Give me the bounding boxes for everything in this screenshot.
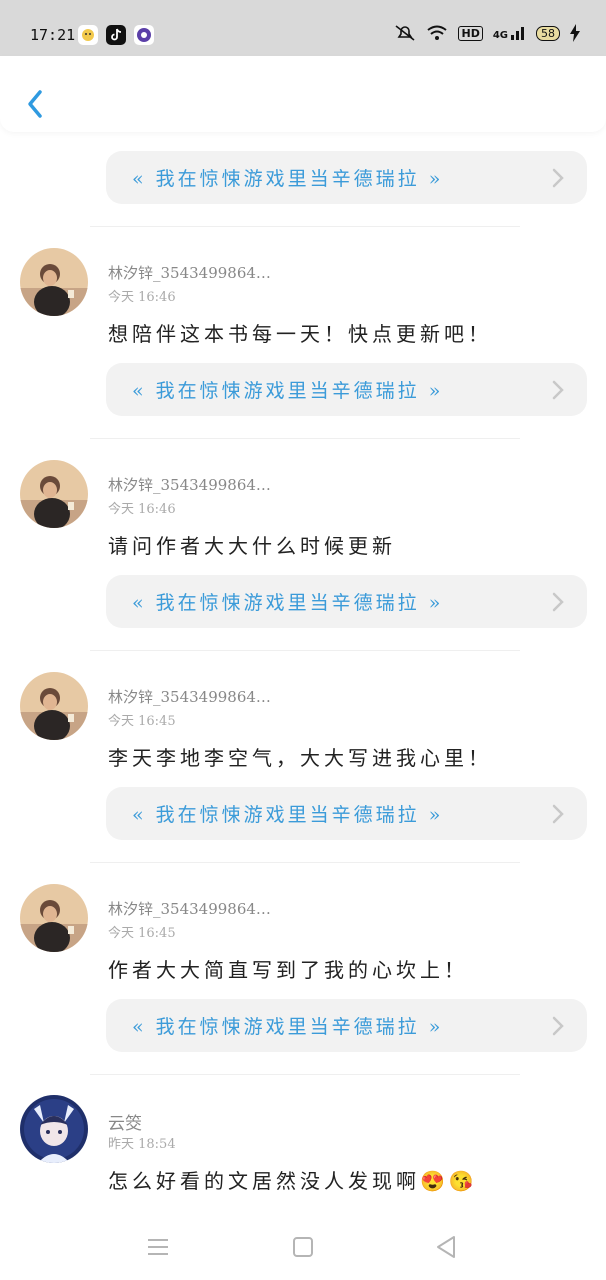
book-link-title: « 我在惊悚游戏里当辛德瑞拉 » <box>132 1016 444 1038</box>
timestamp: 昨天 18:54 <box>108 1137 176 1152</box>
book-link-title: « 我在惊悚游戏里当辛德瑞拉 » <box>132 168 444 190</box>
chevron-right-icon <box>552 168 564 188</box>
divider <box>90 226 520 227</box>
chevron-right-icon <box>552 804 564 824</box>
book-link-title: « 我在惊悚游戏里当辛德瑞拉 » <box>132 380 444 402</box>
divider <box>90 650 520 651</box>
book-link[interactable]: « 我在惊悚游戏里当辛德瑞拉 » <box>106 999 587 1052</box>
signal-label: 4G <box>492 30 508 41</box>
avatar[interactable] <box>20 1095 88 1163</box>
hd-badge: HD <box>458 25 483 41</box>
chevron-right-icon <box>552 380 564 400</box>
book-link-title: « 我在惊悚游戏里当辛德瑞拉 » <box>132 804 444 826</box>
tiktok-icon <box>106 25 126 45</box>
username[interactable]: 云筊 <box>108 1109 142 1134</box>
wifi-icon <box>427 25 448 40</box>
timestamp: 今天 16:46 <box>108 502 176 517</box>
book-link[interactable]: « 我在惊悚游戏里当辛德瑞拉 » <box>106 575 587 628</box>
divider <box>90 1074 520 1075</box>
timestamp: 今天 16:46 <box>108 290 176 305</box>
back-triangle-icon[interactable] <box>432 1232 462 1262</box>
app-icon-yellow-bird <box>78 25 98 45</box>
menu-icon[interactable] <box>143 1232 173 1262</box>
username[interactable]: 林汐锌_3543499864… <box>108 898 271 919</box>
status-bar: 17:21 HD 4G 58 <box>0 0 606 56</box>
book-link[interactable]: « 我在惊悚游戏里当辛德瑞拉 » <box>106 363 587 416</box>
chevron-right-icon <box>552 592 564 612</box>
status-time: 17:21 <box>30 26 76 44</box>
divider <box>90 862 520 863</box>
chevron-right-icon <box>552 1016 564 1036</box>
battery-indicator: 58 <box>536 25 560 41</box>
comment-text: 怎么好看的文居然没人发现啊😍😘 <box>108 1169 478 1193</box>
avatar[interactable] <box>20 460 88 528</box>
timestamp: 今天 16:45 <box>108 926 176 941</box>
app-icon-purple <box>134 25 154 45</box>
chevron-left-icon[interactable] <box>24 86 46 122</box>
divider <box>90 438 520 439</box>
status-right: HD 4G 58 <box>394 24 580 42</box>
home-square-icon[interactable] <box>288 1232 318 1262</box>
book-link-title: « 我在惊悚游戏里当辛德瑞拉 » <box>132 592 444 614</box>
charging-icon <box>570 24 580 42</box>
username[interactable]: 林汐锌_3543499864… <box>108 474 271 495</box>
book-link[interactable]: « 我在惊悚游戏里当辛德瑞拉 » <box>106 151 587 204</box>
username[interactable]: 林汐锌_3543499864… <box>108 262 271 283</box>
comment-text: 李天李地李空气，大大写进我心里！ <box>108 746 492 770</box>
avatar[interactable] <box>20 248 88 316</box>
book-link[interactable]: « 我在惊悚游戏里当辛德瑞拉 » <box>106 787 587 840</box>
username[interactable]: 林汐锌_3543499864… <box>108 686 271 707</box>
top-bar <box>0 56 606 132</box>
system-nav-bar <box>0 1212 606 1280</box>
avatar[interactable] <box>20 672 88 740</box>
comment-text: 想陪伴这本书每一天！快点更新吧！ <box>108 322 492 346</box>
mute-icon <box>395 25 415 41</box>
notification-icons <box>78 25 154 45</box>
comment-text: 作者大大简直写到了我的心坎上！ <box>108 958 468 982</box>
timestamp: 今天 16:45 <box>108 714 176 729</box>
signal-icon: 4G <box>493 25 526 41</box>
comment-text: 请问作者大大什么时候更新 <box>108 534 396 558</box>
avatar[interactable] <box>20 884 88 952</box>
